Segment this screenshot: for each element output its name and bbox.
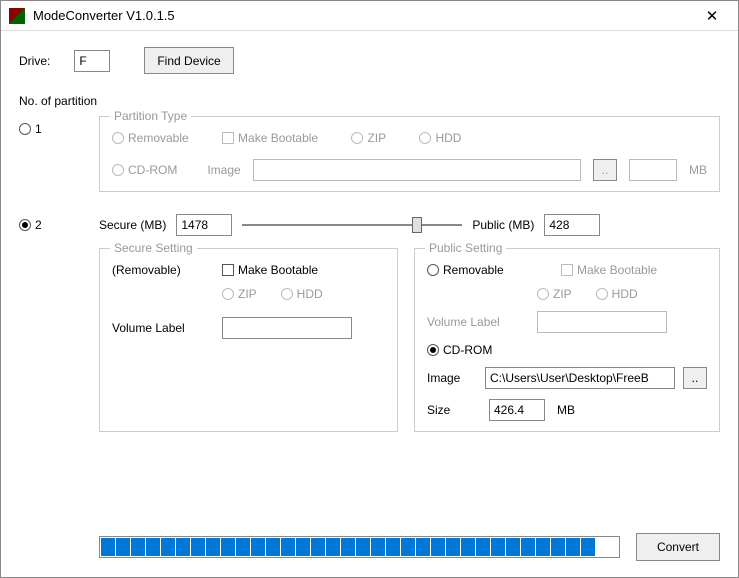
pt-hdd-radio <box>419 132 431 144</box>
public-browse-button[interactable]: .. <box>683 367 707 389</box>
secure-removable-note: (Removable) <box>112 263 222 277</box>
window-title: ModeConverter V1.0.1.5 <box>33 8 692 23</box>
partition-section-label: No. of partition <box>19 94 720 108</box>
partition-radio-1-label: 1 <box>35 122 42 136</box>
partition-radio-2-label: 2 <box>35 218 42 232</box>
secure-value[interactable]: 1478 <box>176 214 232 236</box>
public-make-bootable-label: Make Bootable <box>577 263 657 277</box>
convert-button[interactable]: Convert <box>636 533 720 561</box>
window: ModeConverter V1.0.1.5 ✕ Drive: F Find D… <box>0 0 739 578</box>
pt-cdrom-radio <box>112 164 124 176</box>
partition-radio-2[interactable] <box>19 219 31 231</box>
pt-make-bootable-label: Make Bootable <box>238 131 318 145</box>
public-volume-input <box>537 311 667 333</box>
app-icon <box>9 8 25 24</box>
drive-value[interactable]: F <box>74 50 110 72</box>
pt-cdrom-label: CD-ROM <box>128 163 177 177</box>
titlebar: ModeConverter V1.0.1.5 ✕ <box>1 1 738 31</box>
public-volume-label: Volume Label <box>427 315 537 329</box>
drive-label: Drive: <box>19 54 50 68</box>
close-icon[interactable]: ✕ <box>692 2 732 30</box>
partition-type-legend: Partition Type <box>110 109 191 123</box>
pt-browse-button: .. <box>593 159 617 181</box>
progress-bar <box>99 536 620 558</box>
public-setting-legend: Public Setting <box>425 241 506 255</box>
find-device-button[interactable]: Find Device <box>144 47 233 74</box>
public-setting-group: Public Setting Removable Make Bootable Z… <box>414 248 720 432</box>
secure-hdd-radio <box>281 288 293 300</box>
secure-zip-label: ZIP <box>238 287 257 301</box>
pt-removable-radio <box>112 132 124 144</box>
public-hdd-label: HDD <box>612 287 638 301</box>
pt-size <box>629 159 677 181</box>
secure-volume-input[interactable] <box>222 317 352 339</box>
secure-label: Secure (MB) <box>99 218 166 232</box>
public-size-label: Size <box>427 403 477 417</box>
pt-image-label: Image <box>207 163 240 177</box>
public-cdrom-label: CD-ROM <box>443 343 492 357</box>
partition-radio-1[interactable] <box>19 123 31 135</box>
secure-setting-legend: Secure Setting <box>110 241 197 255</box>
public-value[interactable]: 428 <box>544 214 600 236</box>
public-size-value[interactable]: 426.4 <box>489 399 545 421</box>
secure-volume-label: Volume Label <box>112 321 222 335</box>
public-mb-label: MB <box>557 403 575 417</box>
pt-zip-radio <box>351 132 363 144</box>
body: Drive: F Find Device No. of partition 1 … <box>1 31 738 577</box>
public-hdd-radio <box>596 288 608 300</box>
secure-hdd-label: HDD <box>297 287 323 301</box>
public-removable-radio[interactable] <box>427 264 439 276</box>
public-make-bootable-check <box>561 264 573 276</box>
public-image-label: Image <box>427 371 477 385</box>
public-cdrom-radio[interactable] <box>427 344 439 356</box>
size-slider[interactable] <box>242 214 462 236</box>
public-image-path[interactable]: C:\Users\User\Desktop\FreeB <box>485 367 675 389</box>
public-zip-radio <box>537 288 549 300</box>
pt-image-path <box>253 159 581 181</box>
partition-type-group: Partition Type Removable Make Bootable Z… <box>99 116 720 192</box>
secure-zip-radio <box>222 288 234 300</box>
pt-mb-label: MB <box>689 163 707 177</box>
public-removable-label: Removable <box>443 263 504 277</box>
public-zip-label: ZIP <box>553 287 572 301</box>
pt-make-bootable-check <box>222 132 234 144</box>
pt-removable-label: Removable <box>128 131 189 145</box>
pt-hdd-label: HDD <box>435 131 461 145</box>
pt-zip-label: ZIP <box>367 131 386 145</box>
public-label: Public (MB) <box>472 218 534 232</box>
secure-setting-group: Secure Setting (Removable) Make Bootable… <box>99 248 398 432</box>
secure-make-bootable-label: Make Bootable <box>238 263 318 277</box>
secure-make-bootable-check[interactable] <box>222 264 234 276</box>
